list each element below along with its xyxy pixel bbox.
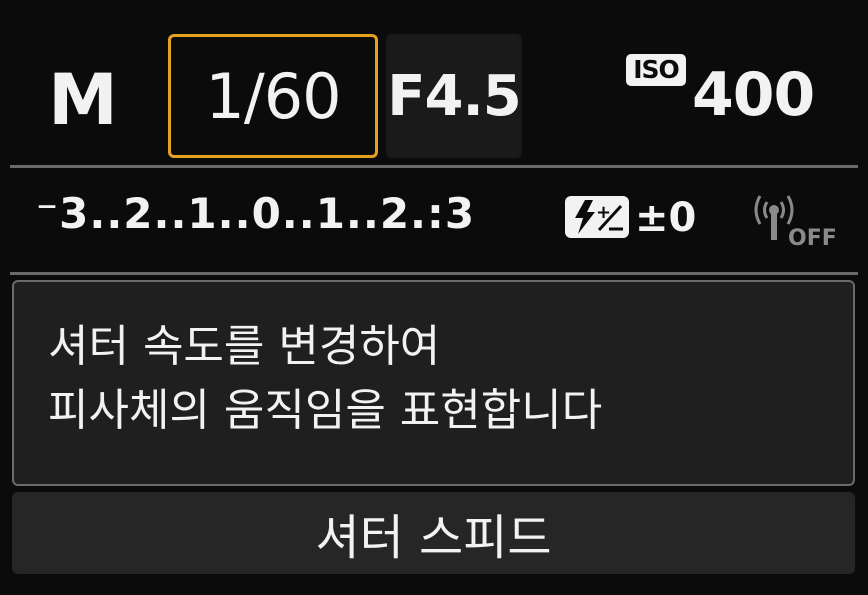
wireless-status[interactable]: OFF (748, 188, 858, 252)
iso-value: 400 (692, 60, 815, 130)
footer-setting-label: 셔터 스피드 (12, 492, 855, 574)
aperture-setting[interactable]: F4.5 (386, 34, 522, 158)
top-divider (10, 165, 858, 168)
guide-text-line-2: 피사체의 움직임을 표현합니다 (48, 385, 603, 436)
wireless-status-text: OFF (788, 226, 837, 251)
iso-badge: ISO (626, 54, 686, 86)
exposure-indicator-row: ⁻3..2..1..0..1..2.:3 + ±0 OFF (0, 170, 868, 270)
shooting-mode[interactable]: M (38, 50, 128, 150)
aperture-value: F4.5 (387, 63, 521, 129)
guide-text-line-1: 셔터 속도를 변경하여 (48, 321, 441, 372)
flash-compensation-setting[interactable]: + ±0 (565, 192, 705, 244)
iso-setting[interactable]: ISO 400 (626, 50, 826, 140)
exposure-settings-row: M 1/60 F4.5 ISO 400 (0, 0, 868, 165)
shutter-speed-value: 1/60 (205, 59, 341, 133)
shutter-speed-setting[interactable]: 1/60 (168, 34, 378, 158)
middle-divider (10, 272, 858, 275)
guide-message-panel: 셔터 속도를 변경하여 피사체의 움직임을 표현합니다 (12, 280, 855, 486)
flash-compensation-icon: + (565, 196, 629, 238)
exposure-level-scale[interactable]: ⁻3..2..1..0..1..2.:3 (36, 184, 475, 244)
footer-label-text: 셔터 스피드 (315, 510, 552, 566)
flash-compensation-value: ±0 (635, 195, 697, 241)
